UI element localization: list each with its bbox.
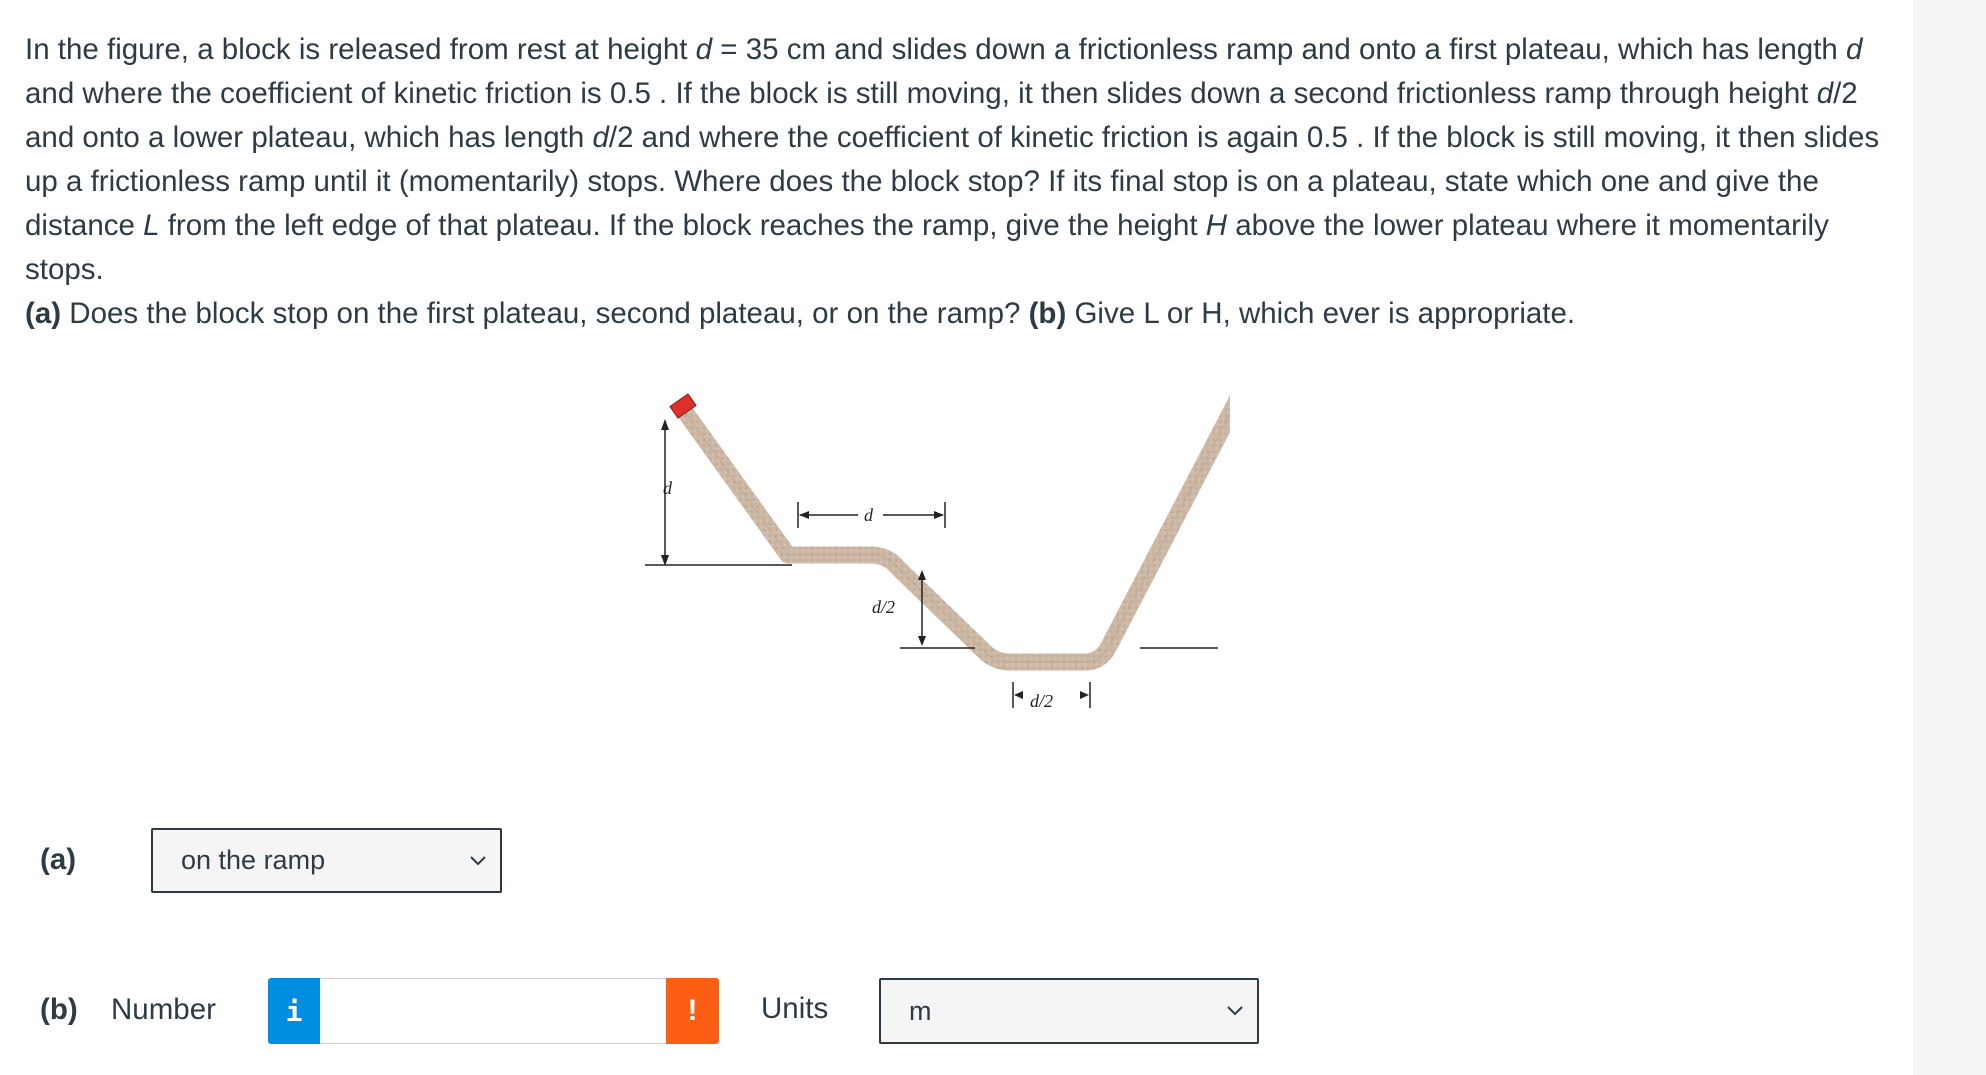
- question-paragraph: In the figure, a block is released from …: [25, 28, 1905, 292]
- var-L: L: [143, 209, 160, 242]
- label-drop-half: d/2: [872, 597, 895, 617]
- part-a-select[interactable]: on the ramp: [151, 828, 502, 893]
- info-icon[interactable]: i: [268, 978, 320, 1044]
- subpart-a-text: Does the block stop on the first plateau…: [61, 297, 1029, 330]
- question-subparts: (a) Does the block stop on the first pla…: [25, 292, 1905, 336]
- units-label: Units: [761, 992, 829, 1025]
- part-a-selected-value: on the ramp: [181, 845, 326, 875]
- subpart-b-label: (b): [1028, 297, 1067, 330]
- page-right-margin: [1913, 0, 1986, 1075]
- label-lower-plateau-half: d/2: [1030, 691, 1053, 711]
- ramp-track: [673, 395, 1230, 671]
- chevron-down-icon: [464, 847, 492, 875]
- var-d: d: [1846, 33, 1863, 66]
- question-text-segment: In the figure, a block is released from …: [25, 33, 696, 66]
- var-d: d: [1816, 77, 1834, 110]
- part-a-label: (a): [40, 843, 77, 876]
- subpart-b-text: Give L or H, which ever is appropriate.: [1066, 297, 1576, 330]
- chevron-down-icon: [1221, 997, 1249, 1025]
- units-select[interactable]: m: [879, 978, 1259, 1044]
- question-text-segment: and where the coefficient of kinetic fri…: [25, 77, 1817, 110]
- number-label: Number: [111, 993, 216, 1026]
- var-d: d: [695, 33, 713, 66]
- warning-icon[interactable]: !: [666, 978, 719, 1044]
- subpart-a-label: (a): [25, 297, 62, 330]
- question-text: In the figure, a block is released from …: [25, 28, 1905, 336]
- question-text-segment: = 35 cm and slides down a frictionless r…: [712, 33, 1846, 66]
- label-plateau-length-d: d: [864, 505, 874, 525]
- ramp-figure: d d d/2 d/2: [645, 393, 1230, 711]
- units-selected-value: m: [909, 995, 932, 1026]
- label-height-d: d: [663, 478, 673, 498]
- var-d: d: [592, 121, 609, 154]
- part-b-label: (b): [40, 993, 78, 1026]
- var-H: H: [1205, 209, 1228, 242]
- question-text-segment: from the left edge of that plateau. If t…: [159, 209, 1206, 242]
- number-input[interactable]: [320, 978, 666, 1044]
